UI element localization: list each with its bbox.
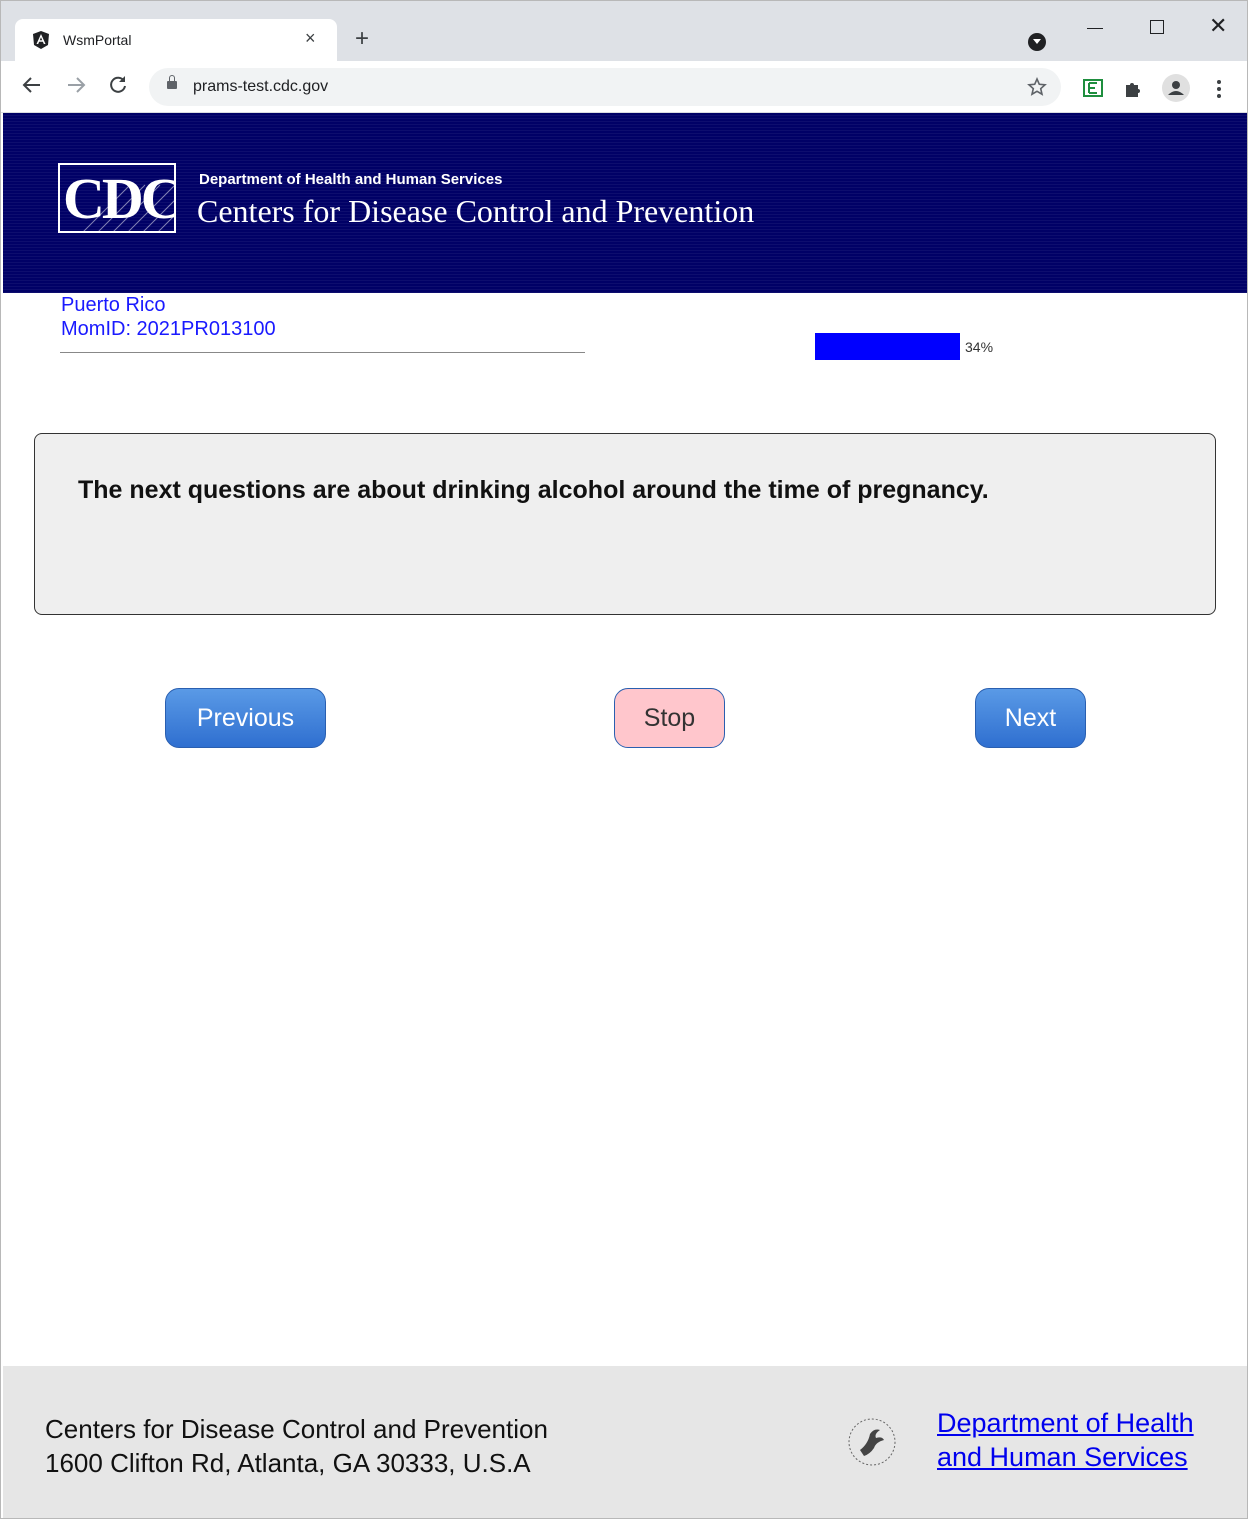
cdc-logo: CDC <box>58 163 176 233</box>
question-text: The next questions are about drinking al… <box>78 476 989 504</box>
question-panel: The next questions are about drinking al… <box>34 433 1216 615</box>
site-location: Puerto Rico <box>61 294 166 316</box>
tab-search-icon[interactable] <box>1028 33 1046 51</box>
hhs-seal-icon <box>848 1418 896 1466</box>
extension-green-icon[interactable] <box>1083 79 1103 97</box>
lock-icon[interactable] <box>167 75 177 89</box>
progress-percent: 34% <box>965 339 994 355</box>
angular-favicon-icon <box>33 31 49 49</box>
window-close-icon[interactable]: ✕ <box>1209 13 1227 39</box>
previous-button[interactable]: Previous <box>165 688 326 748</box>
extensions-puzzle-icon[interactable] <box>1123 79 1143 99</box>
forward-arrow-icon[interactable] <box>65 74 87 96</box>
menu-kebab-icon[interactable] <box>1215 79 1223 99</box>
footer-street: 1600 Clifton Rd, Atlanta, GA 30333, U.S.… <box>45 1448 531 1478</box>
browser-toolbar: prams-test.cdc.gov <box>1 62 1247 113</box>
bookmark-star-icon[interactable] <box>1027 77 1047 97</box>
new-tab-icon[interactable]: + <box>355 25 369 53</box>
progress-bar-fill <box>815 333 960 360</box>
back-arrow-icon[interactable] <box>21 74 43 96</box>
site-info: Puerto Rico MomID: 2021PR013100 <box>61 293 276 341</box>
footer-org-name: Centers for Disease Control and Preventi… <box>45 1414 548 1444</box>
tab-title: WsmPortal <box>63 32 132 48</box>
reload-icon[interactable] <box>107 74 129 96</box>
hhs-link-line2[interactable]: and Human Services <box>937 1440 1194 1474</box>
footer-address: Centers for Disease Control and Preventi… <box>45 1412 548 1480</box>
mom-id: MomID: 2021PR013100 <box>61 318 276 340</box>
hhs-link[interactable]: Department of Health and Human Services <box>937 1406 1194 1474</box>
profile-avatar-icon[interactable] <box>1162 74 1190 102</box>
stop-button[interactable]: Stop <box>614 688 725 748</box>
cdc-name: Centers for Disease Control and Preventi… <box>197 193 755 229</box>
hhs-link-line1[interactable]: Department of Health <box>937 1406 1194 1440</box>
url-text[interactable]: prams-test.cdc.gov <box>193 78 328 96</box>
browser-tab[interactable]: WsmPortal × <box>15 19 337 63</box>
maximize-icon[interactable] <box>1150 20 1164 34</box>
address-bar[interactable]: prams-test.cdc.gov <box>149 68 1061 106</box>
tab-close-icon[interactable]: × <box>305 28 316 49</box>
site-divider <box>60 352 585 353</box>
page-footer: Centers for Disease Control and Preventi… <box>3 1366 1247 1518</box>
dept-line: Department of Health and Human Services <box>199 171 503 188</box>
cdc-header-banner: CDC Department of Health and Human Servi… <box>3 113 1247 293</box>
tab-strip: WsmPortal × + ✕ <box>1 1 1247 63</box>
minimize-icon[interactable] <box>1087 28 1103 29</box>
next-button[interactable]: Next <box>975 688 1086 748</box>
